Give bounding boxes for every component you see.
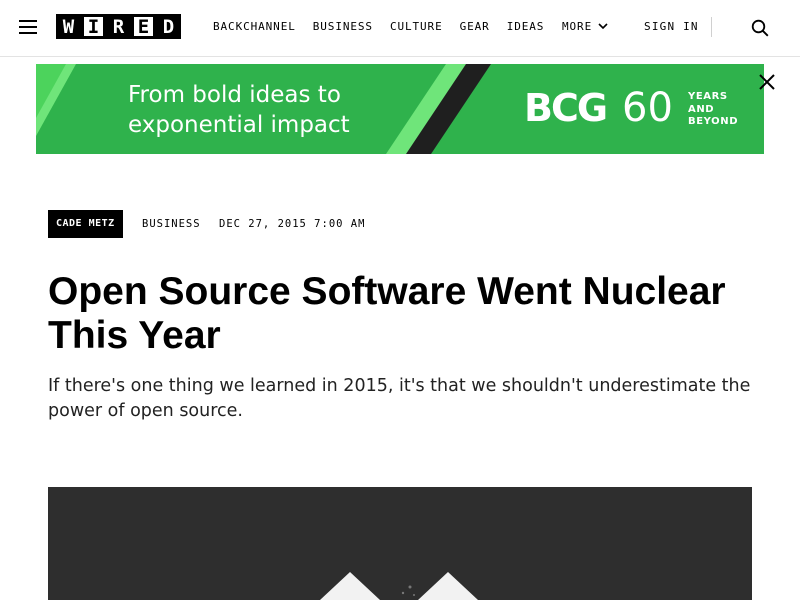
close-icon[interactable] — [758, 73, 776, 91]
nav-item-culture[interactable]: CULTURE — [390, 20, 443, 33]
ad-years-line: AND — [688, 103, 715, 115]
more-label: MORE — [562, 20, 593, 33]
logo-letter: D — [156, 14, 181, 39]
article-title: Open Source Software Went Nuclear This Y… — [48, 270, 726, 357]
sign-in-link[interactable]: SIGN IN — [644, 20, 699, 33]
search-icon[interactable] — [751, 19, 769, 37]
nav-item-gear[interactable]: GEAR — [460, 20, 490, 33]
main-nav: BACKCHANNEL BUSINESS CULTURE GEAR IDEAS — [213, 20, 561, 33]
hamburger-menu-icon[interactable] — [19, 20, 37, 34]
wired-logo[interactable]: W I R E D — [56, 14, 181, 39]
ad-years-line: BEYOND — [688, 116, 739, 127]
site-header: W I R E D BACKCHANNEL BUSINESS CULTURE G… — [0, 0, 800, 57]
ad-headline: From bold ideas to exponential impact — [128, 80, 350, 140]
logo-letter: W — [56, 14, 81, 39]
logo-letter: R — [106, 14, 131, 39]
chevron-down-icon — [598, 23, 608, 30]
ad-banner[interactable]: From bold ideas to exponential impact BC… — [36, 64, 764, 154]
article-dek: If there's one thing we learned in 2015,… — [48, 376, 751, 421]
nav-item-business[interactable]: BUSINESS — [313, 20, 373, 33]
author-badge[interactable]: CADE METZ — [48, 210, 123, 238]
lead-image — [48, 487, 752, 600]
ad-years-text: YEARS AND BEYOND — [688, 91, 738, 129]
more-menu-button[interactable]: MORE — [562, 20, 608, 33]
ad-years-line: YEARS — [688, 91, 728, 102]
logo-letter: I — [81, 14, 106, 39]
header-divider — [711, 17, 712, 37]
ad-headline-line: exponential impact — [128, 112, 350, 138]
lead-image-artwork — [48, 487, 752, 600]
logo-letter: E — [131, 14, 156, 39]
bcg-logo: BCG — [524, 86, 608, 130]
nav-item-ideas[interactable]: IDEAS — [507, 20, 545, 33]
section-link[interactable]: BUSINESS — [142, 218, 201, 230]
ad-anniversary-number: 60 — [622, 85, 673, 131]
ad-headline-line: From bold ideas to — [128, 82, 341, 108]
nav-item-backchannel[interactable]: BACKCHANNEL — [213, 20, 296, 33]
publish-date: DEC 27, 2015 7:00 AM — [219, 218, 366, 230]
